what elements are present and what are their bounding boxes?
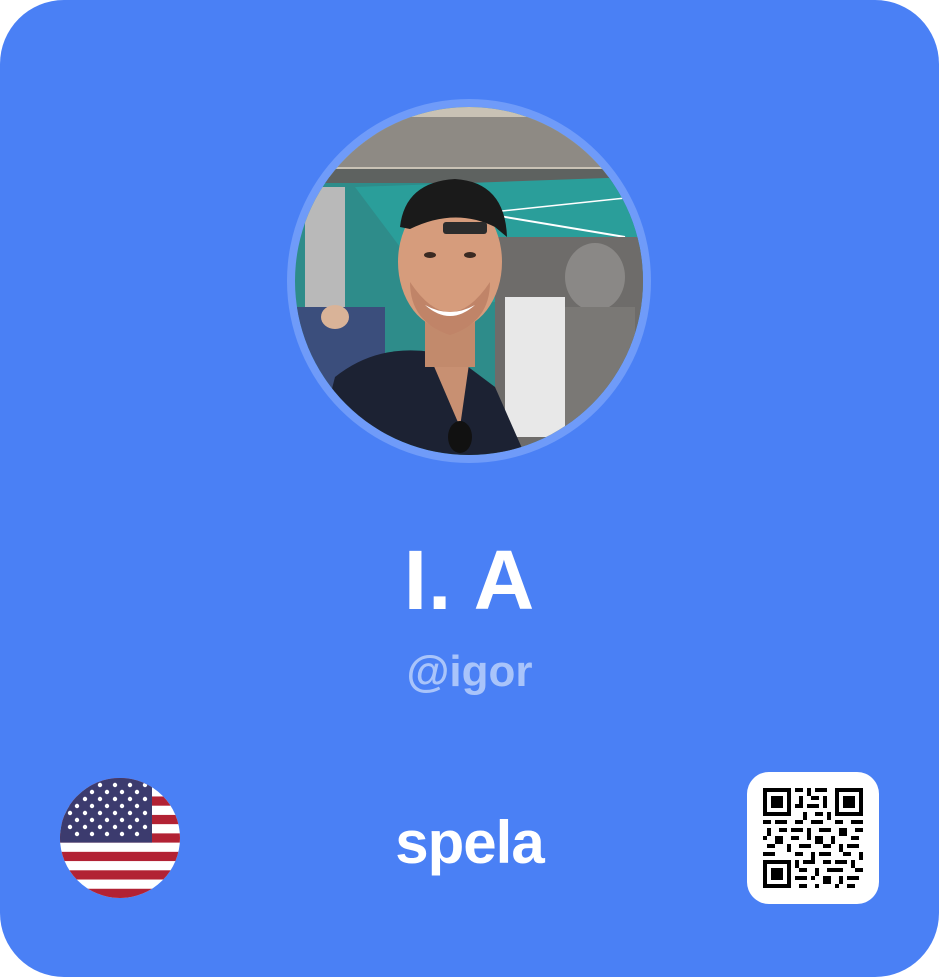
avatar-photo: [295, 107, 643, 455]
avatar[interactable]: [295, 107, 643, 455]
qr-code-button[interactable]: [747, 772, 879, 904]
profile-name: I. A: [403, 533, 536, 627]
profile-handle: @igor: [406, 647, 533, 696]
avatar-ring: [287, 99, 651, 463]
qr-code-icon: [763, 788, 863, 888]
profile-card: I. A @igor spela: [0, 0, 939, 977]
